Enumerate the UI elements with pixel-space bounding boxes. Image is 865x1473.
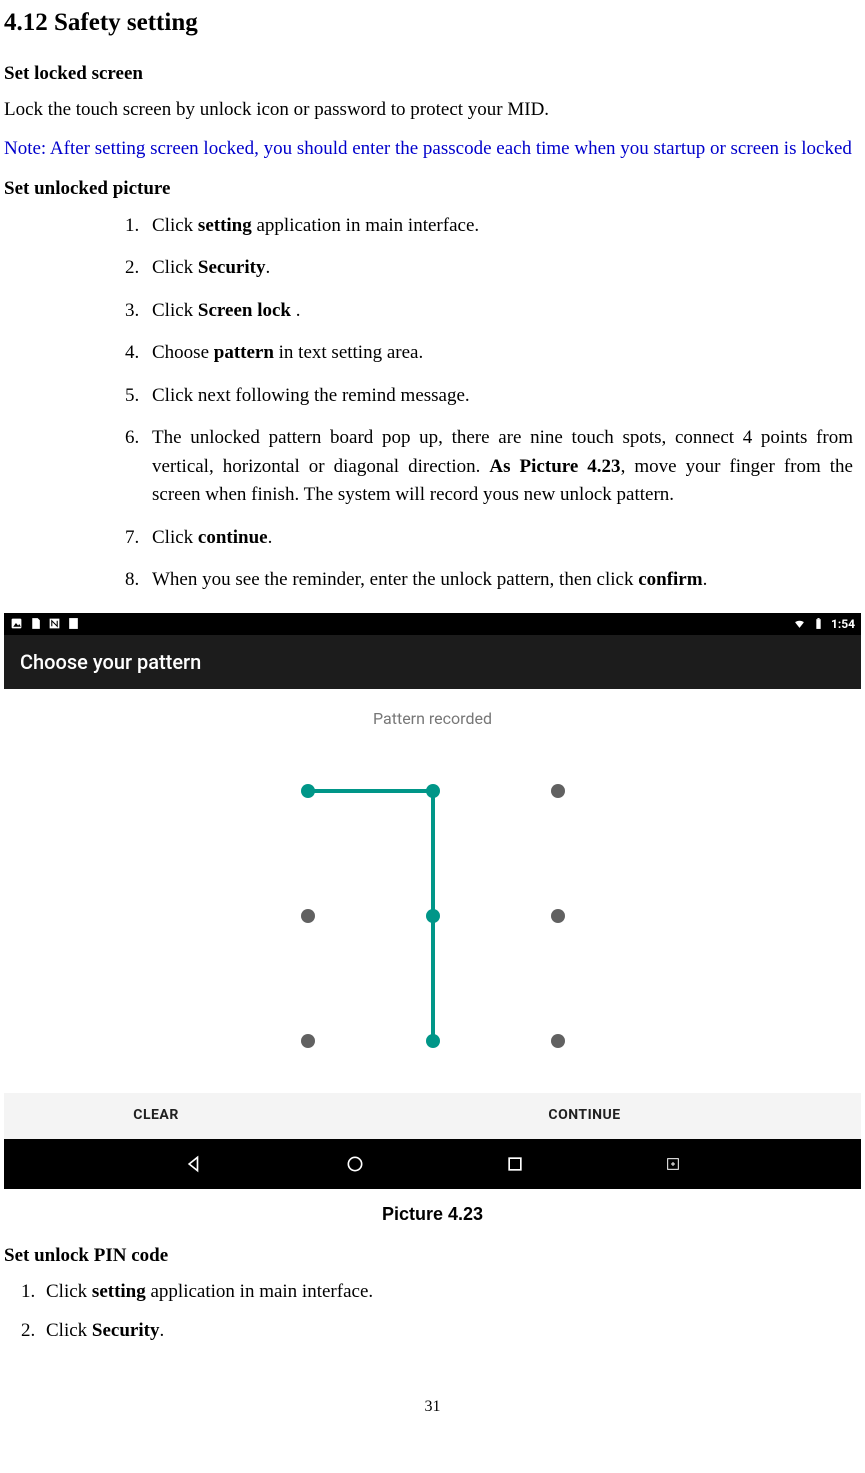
step-1: Click setting application in main interf… — [144, 212, 853, 241]
pattern-message: Pattern recorded — [373, 707, 492, 731]
page-number: 31 — [4, 1395, 861, 1419]
expand-icon[interactable] — [665, 1156, 681, 1172]
pin-step-1: Click setting application in main interf… — [40, 1278, 861, 1307]
para-lock-description: Lock the touch screen by unlock icon or … — [4, 96, 861, 125]
step-7: Click continue. — [144, 524, 853, 553]
heading-unlocked-picture: Set unlocked picture — [4, 175, 861, 204]
step-4: Choose pattern in text setting area. — [144, 339, 853, 368]
sd-icon — [29, 617, 42, 630]
step-5: Click next following the remind message. — [144, 382, 853, 411]
step-6: The unlocked pattern board pop up, there… — [144, 424, 853, 510]
pattern-content: Pattern recorded — [4, 689, 861, 1093]
status-right-icons: 1:54 — [793, 615, 855, 633]
battery-icon — [812, 617, 825, 630]
steps-unlocked-picture: Click setting application in main interf… — [134, 212, 861, 595]
step-8: When you see the reminder, enter the unl… — [144, 566, 853, 595]
pattern-dot-5[interactable] — [426, 909, 440, 923]
heading-pin-code: Set unlock PIN code — [4, 1242, 861, 1271]
status-bar: 1:54 — [4, 613, 861, 635]
pattern-dot-9[interactable] — [551, 1034, 565, 1048]
image-icon — [10, 617, 23, 630]
action-buttons: CLEAR CONTINUE — [4, 1093, 861, 1139]
wifi-icon — [793, 617, 806, 630]
home-icon[interactable] — [345, 1154, 365, 1174]
pattern-dot-3[interactable] — [551, 784, 565, 798]
screenshot-pattern-lock: 1:54 Choose your pattern Pattern recorde… — [4, 613, 861, 1189]
status-left-icons — [10, 617, 80, 630]
pattern-dot-7[interactable] — [301, 1034, 315, 1048]
pin-step-2: Click Security. — [40, 1317, 861, 1346]
screen-title: Choose your pattern — [4, 635, 861, 689]
pattern-dot-6[interactable] — [551, 909, 565, 923]
back-icon[interactable] — [185, 1154, 205, 1174]
step-2: Click Security. — [144, 254, 853, 283]
document-page: 4.12 Safety setting Set locked screen Lo… — [0, 0, 865, 1459]
pattern-dot-2[interactable] — [426, 784, 440, 798]
note-passcode: Note: After setting screen locked, you s… — [4, 135, 861, 164]
step-3: Click Screen lock . — [144, 297, 853, 326]
clear-button[interactable]: CLEAR — [4, 1093, 308, 1139]
steps-pin-code: Click setting application in main interf… — [40, 1278, 861, 1345]
section-title: 4.12 Safety setting — [4, 4, 861, 42]
nav-bar — [4, 1139, 861, 1189]
pattern-grid[interactable] — [288, 771, 578, 1061]
recent-icon[interactable] — [505, 1154, 525, 1174]
heading-locked-screen: Set locked screen — [4, 60, 861, 89]
figure-caption: Picture 4.23 — [4, 1201, 861, 1228]
pattern-dot-1[interactable] — [301, 784, 315, 798]
n-icon — [48, 617, 61, 630]
pattern-dot-4[interactable] — [301, 909, 315, 923]
pattern-dot-8[interactable] — [426, 1034, 440, 1048]
card-icon — [67, 617, 80, 630]
clock-time: 1:54 — [831, 615, 855, 633]
continue-button[interactable]: CONTINUE — [308, 1093, 861, 1139]
